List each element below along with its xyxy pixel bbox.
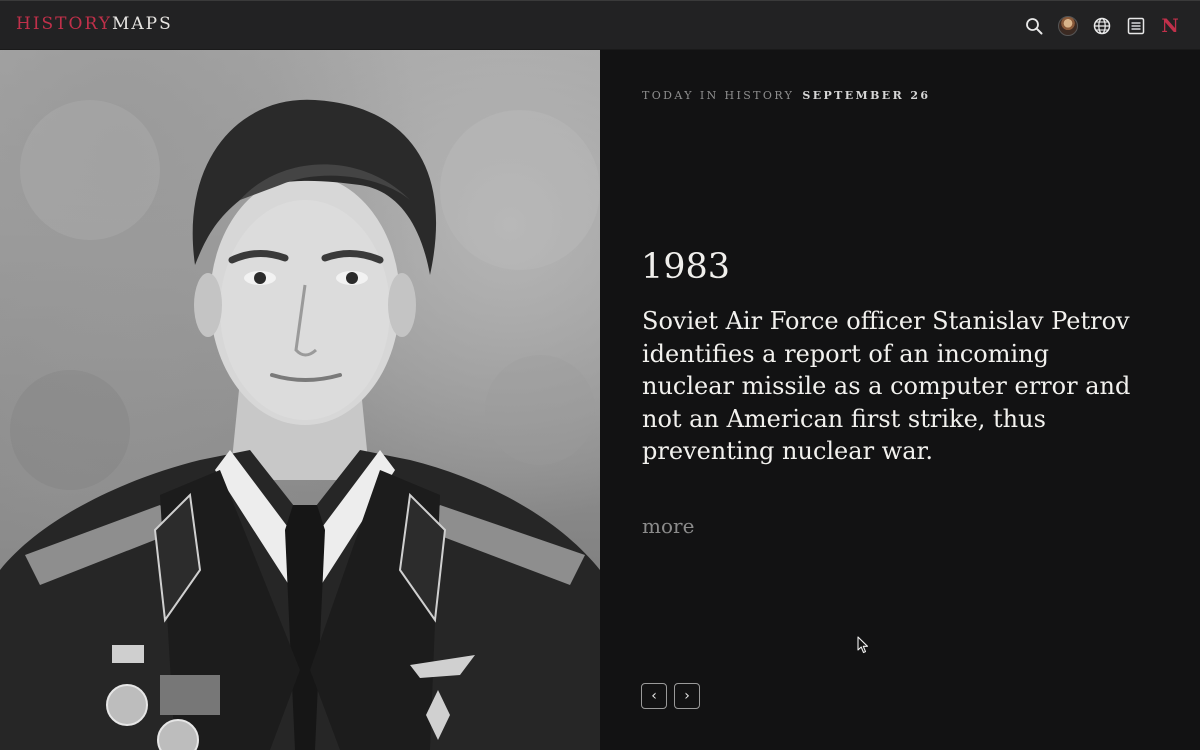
logo-history-text: HISTORY bbox=[16, 14, 112, 34]
globe-icon[interactable] bbox=[1090, 14, 1114, 38]
today-in-history-panel: TODAY IN HISTORY SEPTEMBER 26 1983 Soviet… bbox=[600, 50, 1200, 750]
search-icon[interactable] bbox=[1022, 14, 1046, 38]
portrait-photo bbox=[0, 50, 600, 750]
today-date: SEPTEMBER 26 bbox=[802, 89, 931, 102]
article-list-icon[interactable] bbox=[1124, 14, 1148, 38]
event-description: Soviet Air Force officer Stanislav Petro… bbox=[642, 307, 1131, 465]
more-link[interactable]: more bbox=[642, 513, 694, 539]
n-icon[interactable]: N bbox=[1158, 14, 1182, 38]
user-avatar-button[interactable] bbox=[1056, 14, 1080, 38]
event-year: 1983 bbox=[641, 247, 731, 287]
next-button[interactable]: › bbox=[674, 683, 700, 709]
header-actions: N bbox=[1022, 13, 1182, 39]
today-label: TODAY IN HISTORY bbox=[642, 89, 795, 102]
site-logo[interactable]: HISTORYMAPS bbox=[16, 13, 173, 35]
n-icon-label: N bbox=[1161, 15, 1179, 37]
today-in-history-heading: TODAY IN HISTORY SEPTEMBER 26 bbox=[642, 89, 930, 103]
avatar bbox=[1058, 16, 1078, 36]
top-navigation-bar: HISTORYMAPS N bbox=[0, 0, 1200, 50]
previous-button[interactable]: ‹ bbox=[641, 683, 667, 709]
event-pager: ‹ › bbox=[641, 683, 700, 709]
mouse-cursor-icon bbox=[857, 636, 869, 658]
logo-maps-text: MAPS bbox=[111, 14, 173, 34]
